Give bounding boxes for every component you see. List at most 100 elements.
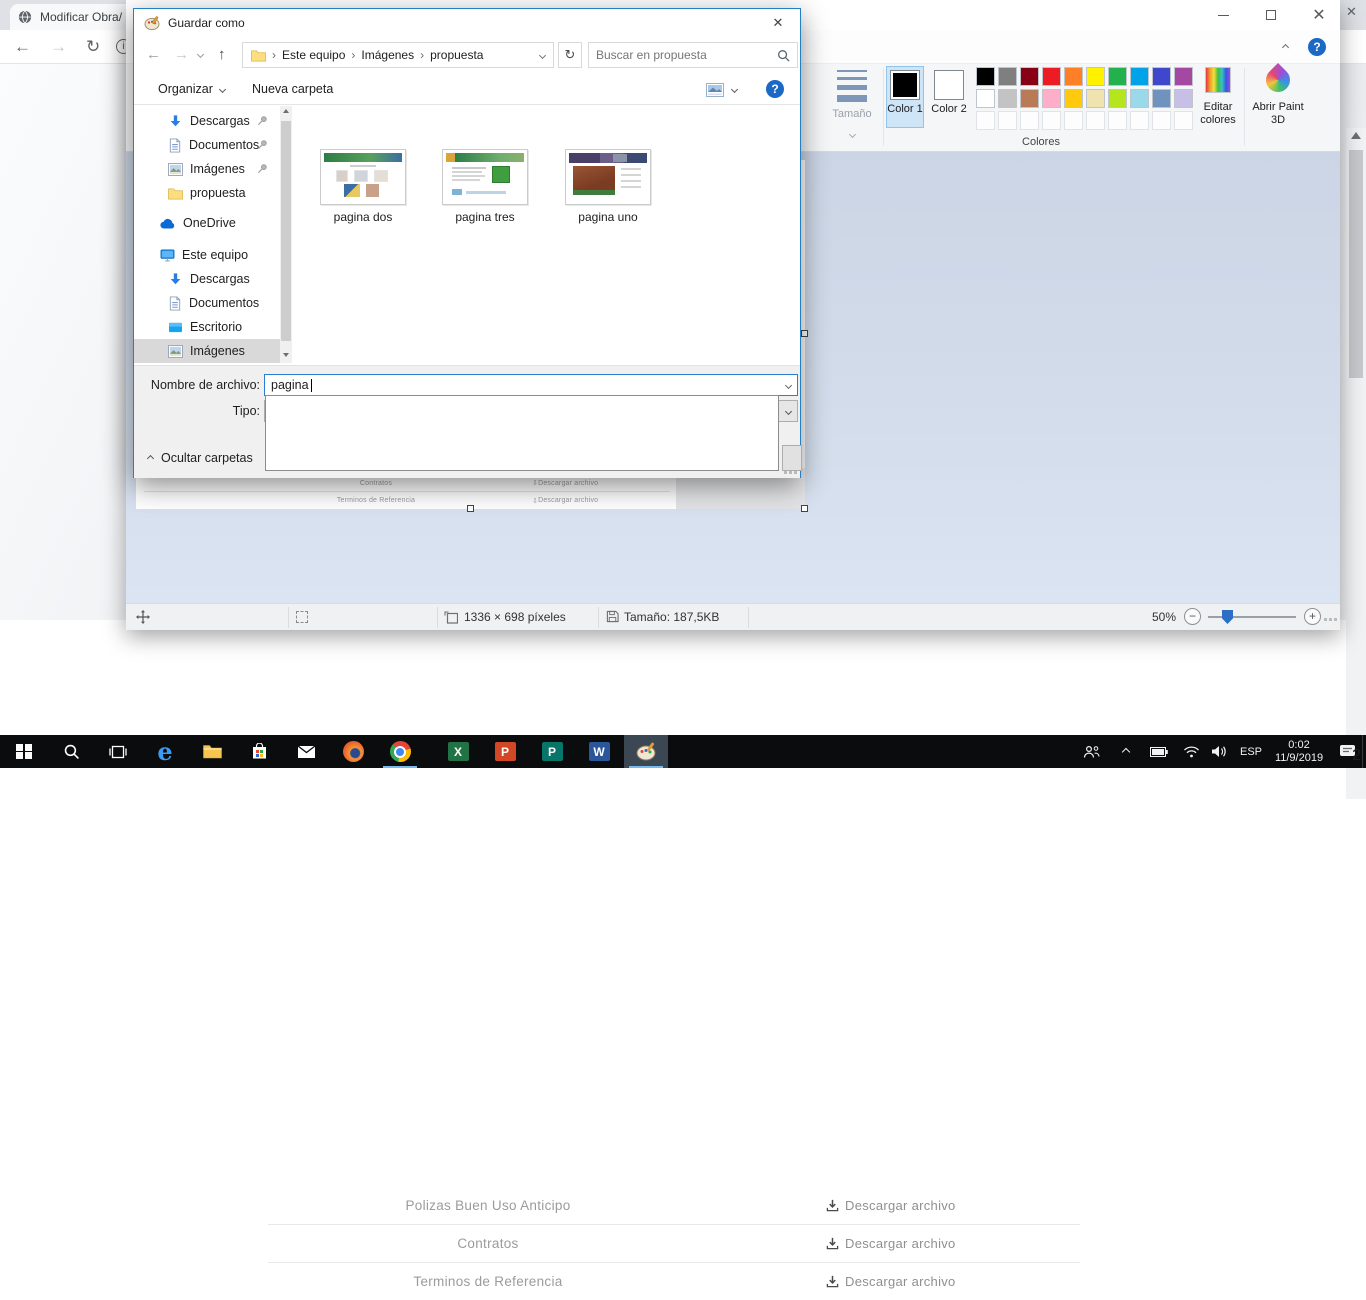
organize-button[interactable]: Organizar bbox=[158, 82, 213, 96]
browser-reload-icon[interactable]: ↻ bbox=[86, 37, 100, 57]
palette-empty-slot[interactable] bbox=[1086, 111, 1105, 130]
back-icon[interactable]: ← bbox=[146, 46, 161, 63]
taskbar-powerpoint-button[interactable]: P bbox=[483, 735, 527, 768]
show-desktop-button[interactable] bbox=[1362, 735, 1366, 768]
collapse-ribbon-icon[interactable] bbox=[1282, 44, 1289, 51]
browser-forward-icon[interactable]: → bbox=[50, 37, 67, 57]
sidebar-scrollbar-thumb[interactable] bbox=[281, 121, 291, 341]
zoom-in-button[interactable]: + bbox=[1304, 608, 1321, 625]
color1-button[interactable]: Color 1 bbox=[886, 66, 924, 128]
dialog-resize-grip[interactable] bbox=[784, 471, 797, 474]
sidebar-item-documentos-2[interactable]: Documentos bbox=[134, 291, 280, 315]
edit-colors-button[interactable]: Editar colores bbox=[1196, 67, 1240, 127]
palette-color[interactable] bbox=[1130, 67, 1149, 86]
paint-help-icon[interactable]: ? bbox=[1308, 38, 1326, 56]
palette-color[interactable] bbox=[1152, 89, 1171, 108]
taskbar-firefox-button[interactable] bbox=[331, 735, 375, 768]
recent-locations-icon[interactable] bbox=[197, 51, 204, 58]
breadcrumb-item[interactable]: Imágenes bbox=[361, 48, 414, 62]
start-button[interactable] bbox=[2, 735, 46, 768]
task-view-button[interactable] bbox=[96, 735, 140, 768]
palette-empty-slot[interactable] bbox=[1020, 111, 1039, 130]
file-tile-pagina-uno[interactable]: pagina uno bbox=[556, 149, 660, 224]
palette-color[interactable] bbox=[1020, 89, 1039, 108]
views-dropdown-icon[interactable] bbox=[731, 86, 738, 93]
sidebar-item-este-equipo[interactable]: Este equipo bbox=[134, 243, 280, 267]
forward-icon[interactable]: → bbox=[174, 46, 189, 63]
scrollbar-thumb[interactable] bbox=[1349, 150, 1363, 378]
palette-empty-slot[interactable] bbox=[1042, 111, 1061, 130]
download-link[interactable]: Descargar archivo bbox=[826, 1236, 956, 1251]
cancel-button-edge[interactable] bbox=[782, 445, 802, 471]
sidebar-item-escritorio[interactable]: Escritorio bbox=[134, 315, 280, 339]
palette-color[interactable] bbox=[1064, 89, 1083, 108]
sidebar-item-descargas[interactable]: Descargas bbox=[134, 109, 280, 133]
canvas-resize-handle-bottom[interactable] bbox=[467, 505, 474, 512]
views-icon[interactable] bbox=[706, 83, 724, 97]
zoom-slider-thumb[interactable] bbox=[1222, 610, 1233, 624]
palette-empty-slot[interactable] bbox=[1152, 111, 1171, 130]
language-indicator[interactable]: ESP bbox=[1236, 735, 1266, 768]
file-tile-pagina-tres[interactable]: pagina tres bbox=[433, 149, 537, 224]
sidebar-item-descargas-2[interactable]: Descargas bbox=[134, 267, 280, 291]
sidebar-scroll-down-icon[interactable] bbox=[283, 353, 289, 357]
palette-color[interactable] bbox=[1020, 67, 1039, 86]
palette-empty-slot[interactable] bbox=[1064, 111, 1083, 130]
filename-autocomplete-dropdown[interactable] bbox=[265, 395, 779, 471]
sidebar-item-documentos[interactable]: Documentos bbox=[134, 133, 280, 157]
palette-empty-slot[interactable] bbox=[1174, 111, 1193, 130]
close-button[interactable]: ✕ bbox=[1304, 4, 1334, 26]
download-link[interactable]: Descargar archivo bbox=[826, 1198, 956, 1213]
palette-empty-slot[interactable] bbox=[976, 111, 995, 130]
filename-dropdown-icon[interactable] bbox=[785, 381, 792, 388]
palette-empty-slot[interactable] bbox=[1130, 111, 1149, 130]
people-icon[interactable] bbox=[1078, 735, 1104, 768]
palette-empty-slot[interactable] bbox=[998, 111, 1017, 130]
file-tile-pagina-dos[interactable]: pagina dos bbox=[311, 149, 415, 224]
taskbar-search-button[interactable] bbox=[49, 735, 93, 768]
browser-close-icon[interactable]: ✕ bbox=[1346, 4, 1357, 20]
palette-color[interactable] bbox=[998, 89, 1017, 108]
palette-color[interactable] bbox=[998, 67, 1017, 86]
hidden-icons-chevron[interactable] bbox=[1114, 735, 1138, 768]
volume-icon[interactable] bbox=[1206, 735, 1232, 768]
color2-button[interactable]: Color 2 bbox=[930, 66, 968, 128]
sidebar-item-onedrive[interactable]: OneDrive bbox=[134, 211, 280, 235]
browser-back-icon[interactable]: ← bbox=[14, 37, 31, 57]
palette-color[interactable] bbox=[1152, 67, 1171, 86]
taskbar-publisher-button[interactable]: P bbox=[530, 735, 574, 768]
palette-color[interactable] bbox=[1064, 67, 1083, 86]
palette-color[interactable] bbox=[1130, 89, 1149, 108]
palette-color[interactable] bbox=[976, 67, 995, 86]
palette-color[interactable] bbox=[1174, 89, 1193, 108]
minimize-button[interactable] bbox=[1208, 4, 1238, 26]
battery-icon[interactable] bbox=[1146, 735, 1172, 768]
taskbar-edge-button[interactable]: e bbox=[143, 735, 187, 768]
zoom-slider-track[interactable] bbox=[1208, 616, 1296, 618]
breadcrumb[interactable]: › Este equipo › Imágenes › propuesta bbox=[242, 42, 554, 68]
dialog-help-icon[interactable]: ? bbox=[766, 80, 784, 98]
dialog-close-button[interactable]: ✕ bbox=[762, 11, 794, 35]
open-paint3d-button[interactable]: Abrir Paint 3D bbox=[1250, 67, 1306, 127]
breadcrumb-dropdown-icon[interactable] bbox=[539, 51, 546, 58]
palette-color[interactable] bbox=[1108, 89, 1127, 108]
clock[interactable]: 0:02 11/9/2019 bbox=[1268, 735, 1330, 768]
sidebar-item-imagenes[interactable]: Imágenes bbox=[134, 157, 280, 181]
wifi-icon[interactable] bbox=[1178, 735, 1204, 768]
breadcrumb-item[interactable]: propuesta bbox=[430, 48, 483, 62]
canvas-resize-handle-corner[interactable] bbox=[801, 505, 808, 512]
canvas-resize-handle-right[interactable] bbox=[801, 330, 808, 337]
maximize-button[interactable] bbox=[1256, 4, 1286, 26]
up-icon[interactable]: ↑ bbox=[218, 46, 226, 63]
refresh-button[interactable]: ↻ bbox=[558, 42, 582, 68]
scrollbar-up-icon[interactable] bbox=[1351, 132, 1361, 139]
sidebar-item-imagenes-2[interactable]: Imágenes bbox=[134, 339, 280, 363]
palette-color[interactable] bbox=[1042, 89, 1061, 108]
palette-color[interactable] bbox=[1108, 67, 1127, 86]
palette-empty-slot[interactable] bbox=[1108, 111, 1127, 130]
palette-color[interactable] bbox=[976, 89, 995, 108]
new-folder-button[interactable]: Nueva carpeta bbox=[252, 82, 333, 96]
palette-color[interactable] bbox=[1174, 67, 1193, 86]
palette-color[interactable] bbox=[1042, 67, 1061, 86]
taskbar-file-explorer-button[interactable] bbox=[190, 735, 234, 768]
